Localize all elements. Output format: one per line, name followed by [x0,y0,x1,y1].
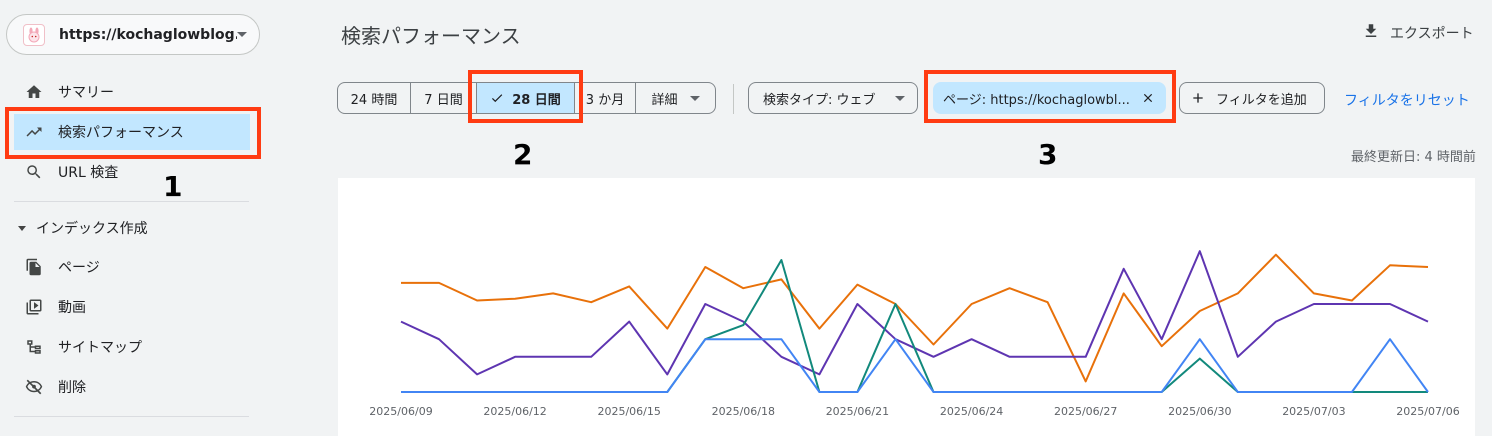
export-label: エクスポート [1390,26,1474,42]
chart-series-line-2 [400,250,1429,376]
sidebar: https://kochaglowblog.... サマリー 検索パフォーマンス… [0,0,270,436]
x-axis-tick-label: 2025/07/03 [1282,405,1345,418]
search-type-label: 検索タイプ: ウェブ [763,92,876,108]
sidebar-item-label: 検索パフォーマンス [58,125,184,141]
sidebar-item-label: ページ [58,260,100,276]
chevron-down-icon [895,95,905,101]
last-updated-text: 最終更新日: 4 時間前 [1351,150,1476,165]
property-url: https://kochaglowblog.... [59,26,237,43]
x-axis-tick-label: 2025/06/30 [1168,405,1231,418]
video-library-icon [24,297,44,317]
x-axis-tick-label: 2025/06/15 [597,405,660,418]
toolbar-separator [733,84,734,114]
annotation-number-2: 2 [513,138,533,171]
sidebar-divider [14,201,249,202]
chart-series-line-1 [401,253,1429,383]
date-range-custom[interactable]: 詳細 [636,83,715,113]
sidebar-item-video[interactable]: 動画 [14,289,250,325]
page-title: 検索パフォーマンス [341,24,521,48]
sidebar-item-label: サイトマップ [58,340,142,356]
sidebar-item-label: URL 検査 [58,165,119,181]
property-selector[interactable]: https://kochaglowblog.... [6,14,260,55]
date-range-label: 詳細 [651,92,678,108]
export-button[interactable]: エクスポート [1362,22,1474,44]
reset-filters-link[interactable]: フィルタをリセット [1344,90,1470,110]
check-icon [490,91,504,105]
sidebar-item-label: 動画 [58,300,86,316]
x-axis-tick-label: 2025/06/09 [369,405,432,418]
trending-up-icon [24,122,44,142]
x-axis-tick-label: 2025/06/27 [1054,405,1117,418]
sidebar-item-removals[interactable]: 削除 [14,369,250,405]
section-label: インデックス作成 [36,221,148,237]
sidebar-item-search-performance[interactable]: 検索パフォーマンス [14,114,250,150]
page-filter-label: ページ: https://kochaglowbl... [943,92,1130,108]
chevron-down-icon [237,32,247,37]
performance-chart: 2025/06/09 2025/06/12 2025/06/15 2025/06/18… [338,178,1475,436]
date-range-7d[interactable]: 7 日間 [411,83,477,113]
sidebar-divider [14,416,249,417]
sidebar-item-url-inspection[interactable]: URL 検査 [14,154,250,190]
sidebar-item-summary[interactable]: サマリー [14,74,250,110]
close-icon[interactable] [1141,91,1155,105]
x-axis-tick-label: 2025/06/18 [712,405,775,418]
search-type-filter[interactable]: 検索タイプ: ウェブ [748,82,918,114]
x-axis-tick-label: 2025/06/24 [940,405,1003,418]
sitemap-icon [24,337,44,357]
sidebar-item-label: 削除 [58,380,86,396]
annotation-number-3: 3 [1038,138,1058,171]
file-copy-icon [24,257,44,277]
home-icon [24,82,44,102]
chart-series-line-3 [401,259,1428,393]
date-range-24h[interactable]: 24 時間 [338,83,411,113]
download-icon [1362,22,1380,44]
caret-down-icon [18,225,26,231]
eye-off-icon [24,377,44,397]
sidebar-item-sitemaps[interactable]: サイトマップ [14,329,250,365]
sidebar-item-pages[interactable]: ページ [14,249,250,285]
site-favicon-icon [23,23,45,46]
add-filter-label: フィルタを追加 [1216,92,1307,108]
date-range-label: 28 日間 [512,92,561,108]
add-filter-button[interactable]: フィルタを追加 [1179,82,1325,114]
page-filter-chip[interactable]: ページ: https://kochaglowbl... [933,82,1166,114]
date-range-28d[interactable]: 28 日間 [477,83,575,113]
sidebar-section-indexing[interactable]: インデックス作成 [14,216,148,240]
x-axis-tick-label: 2025/07/06 [1396,405,1459,418]
annotation-number-1: 1 [163,170,183,203]
date-range-3m[interactable]: 3 か月 [575,83,636,113]
performance-chart-svg: 2025/06/09 2025/06/12 2025/06/15 2025/06/18… [369,250,1460,418]
search-icon [24,162,44,182]
x-axis-tick-label: 2025/06/12 [483,405,546,418]
plus-icon [1190,90,1206,106]
chevron-down-icon [689,95,700,101]
date-range-selector: 24 時間 7 日間 28 日間 3 か月 詳細 [337,82,716,114]
x-axis-tick-label: 2025/06/21 [826,405,889,418]
sidebar-item-label: サマリー [58,85,114,101]
